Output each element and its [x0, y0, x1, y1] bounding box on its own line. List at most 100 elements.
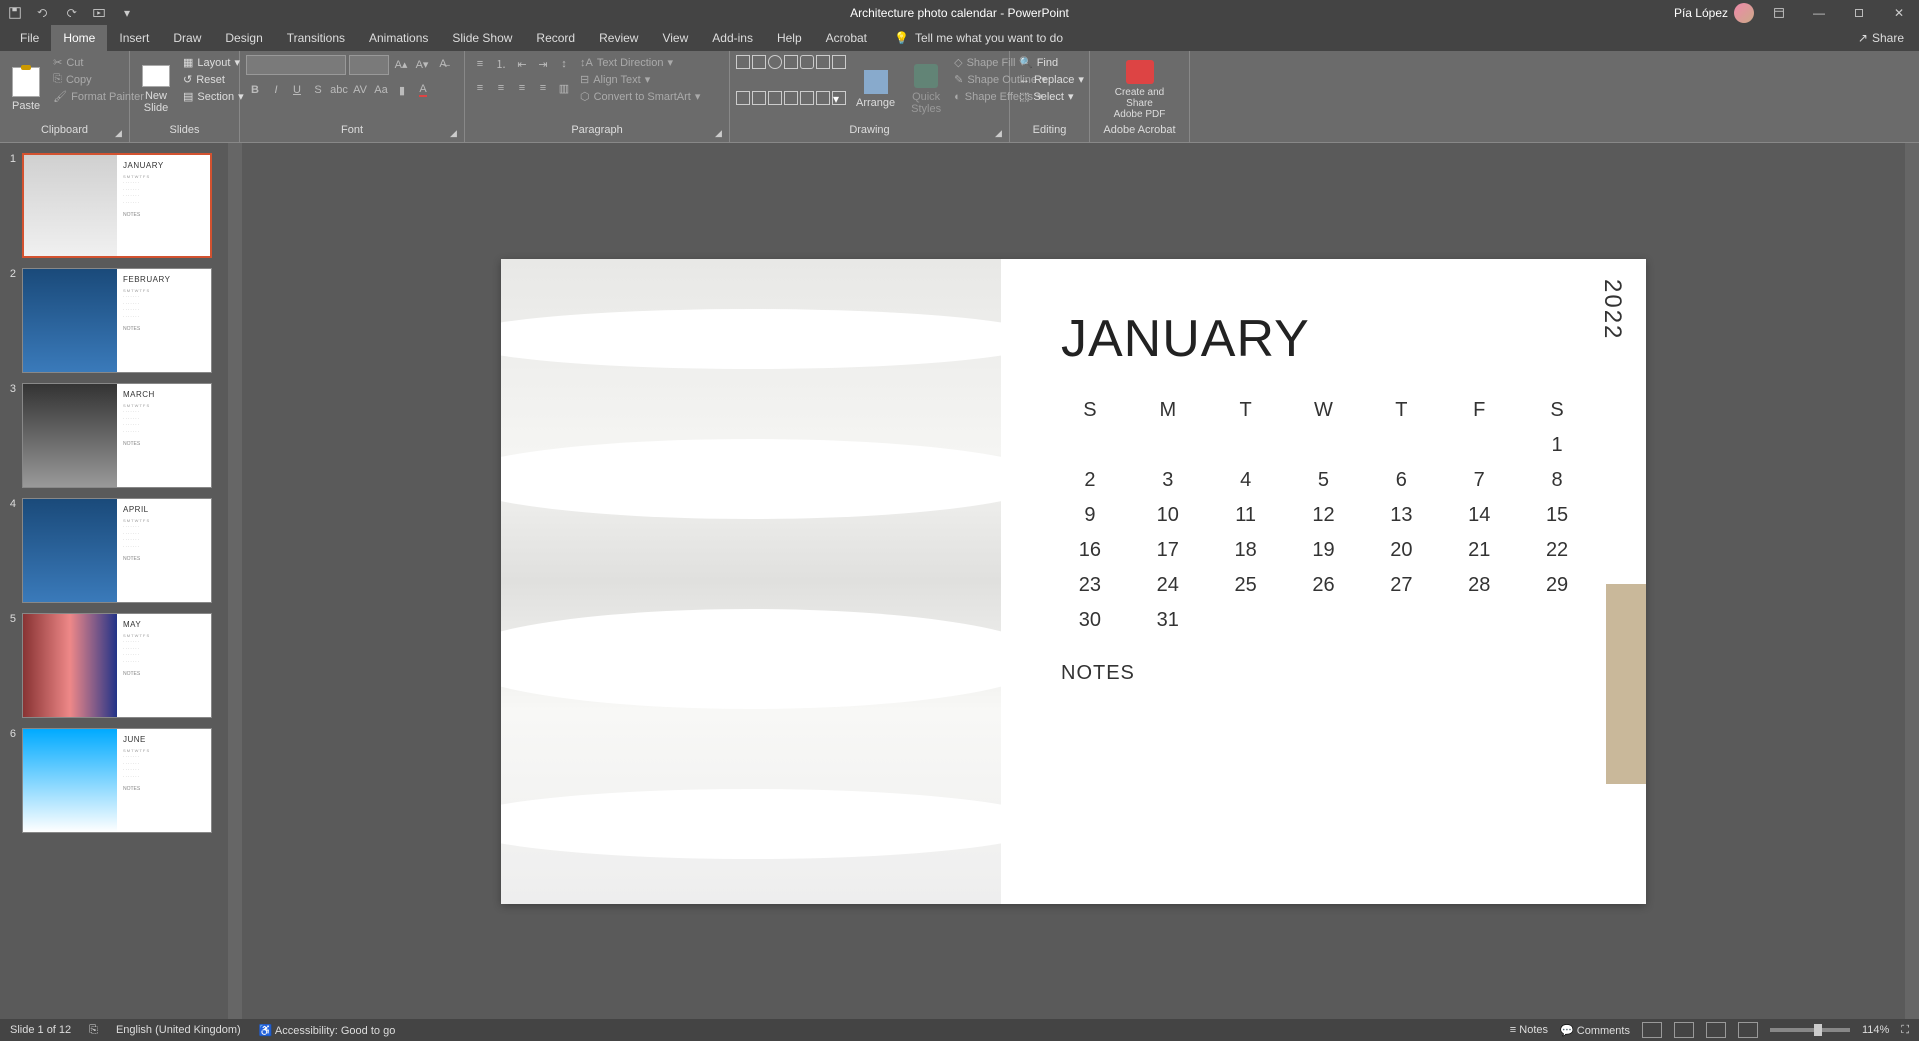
- shape-more-icon[interactable]: [832, 55, 846, 69]
- char-spacing-icon[interactable]: AV: [351, 81, 369, 99]
- section-button[interactable]: ▤Section▾: [180, 89, 247, 104]
- user-account[interactable]: Pía López: [1674, 3, 1754, 23]
- zoom-level[interactable]: 114%: [1862, 1024, 1889, 1036]
- tell-me-search[interactable]: 💡 Tell me what you want to do: [894, 25, 1063, 51]
- spell-check-icon[interactable]: ⎘: [89, 1024, 98, 1037]
- tab-home[interactable]: Home: [51, 25, 107, 51]
- shape-item[interactable]: [784, 91, 798, 105]
- tab-slideshow[interactable]: Slide Show: [440, 25, 524, 51]
- notes-label[interactable]: NOTES: [1061, 662, 1586, 685]
- tab-addins[interactable]: Add-ins: [700, 25, 765, 51]
- paragraph-launcher-icon[interactable]: ◢: [715, 128, 727, 140]
- save-icon[interactable]: [5, 3, 25, 23]
- shape-item[interactable]: [768, 91, 782, 105]
- clear-formatting-icon[interactable]: A̶: [434, 55, 452, 73]
- accent-bar[interactable]: [1606, 584, 1646, 784]
- year-label[interactable]: 2022: [1598, 279, 1626, 340]
- adobe-create-button[interactable]: Create and Share Adobe PDF: [1096, 55, 1183, 124]
- tab-insert[interactable]: Insert: [107, 25, 161, 51]
- font-launcher-icon[interactable]: ◢: [450, 128, 462, 140]
- slide-thumbnail[interactable]: JUNE S M T W T F S· · · · · · ·· · · · ·…: [22, 728, 212, 833]
- shape-item[interactable]: [752, 91, 766, 105]
- highlight-icon[interactable]: ▮: [393, 81, 411, 99]
- align-left-icon[interactable]: ≡: [471, 79, 489, 97]
- share-button[interactable]: ↗ Share: [1858, 25, 1904, 51]
- reading-view-icon[interactable]: [1706, 1022, 1726, 1038]
- tab-transitions[interactable]: Transitions: [275, 25, 357, 51]
- shape-item[interactable]: [816, 91, 830, 105]
- bold-icon[interactable]: B: [246, 81, 264, 99]
- slide-image[interactable]: [501, 259, 1001, 904]
- shape-item[interactable]: [736, 91, 750, 105]
- fit-to-window-icon[interactable]: ⛶: [1901, 1024, 1909, 1037]
- tab-view[interactable]: View: [650, 25, 700, 51]
- shape-line-icon[interactable]: [736, 55, 750, 69]
- shape-triangle-icon[interactable]: [816, 55, 830, 69]
- start-from-beginning-icon[interactable]: [89, 3, 109, 23]
- redo-icon[interactable]: [61, 3, 81, 23]
- shape-expand-icon[interactable]: ▾: [832, 91, 846, 105]
- strikethrough-icon[interactable]: S: [309, 81, 327, 99]
- align-text-button[interactable]: ⊟Align Text▾: [577, 72, 703, 87]
- quick-styles-button[interactable]: Quick Styles: [905, 55, 947, 124]
- calendar-grid[interactable]: SMTWTFS123456789101112131415161718192021…: [1061, 399, 1586, 632]
- slide-canvas-area[interactable]: 2022 JANUARY SMTWTFS12345678910111213141…: [242, 143, 1905, 1019]
- slide-thumbnail[interactable]: FEBRUARY S M T W T F S· · · · · · ·· · ·…: [22, 268, 212, 373]
- month-title[interactable]: JANUARY: [1061, 309, 1586, 369]
- drawing-launcher-icon[interactable]: ◢: [995, 128, 1007, 140]
- slide-counter[interactable]: Slide 1 of 12: [10, 1024, 71, 1036]
- reset-button[interactable]: ↺Reset: [180, 72, 247, 87]
- align-center-icon[interactable]: ≡: [492, 79, 510, 97]
- increase-font-icon[interactable]: A▴: [392, 55, 410, 73]
- zoom-thumb[interactable]: [1814, 1024, 1822, 1036]
- close-icon[interactable]: ✕: [1884, 0, 1914, 25]
- language-status[interactable]: English (United Kingdom): [116, 1024, 241, 1036]
- shape-rect-icon[interactable]: [752, 55, 766, 69]
- zoom-slider[interactable]: [1770, 1028, 1850, 1032]
- undo-icon[interactable]: [33, 3, 53, 23]
- replace-button[interactable]: ↔Replace▾: [1016, 72, 1087, 87]
- tab-design[interactable]: Design: [213, 25, 274, 51]
- select-button[interactable]: ⬚Select▾: [1016, 89, 1087, 104]
- notes-button[interactable]: ≡ Notes: [1510, 1024, 1548, 1036]
- text-direction-button[interactable]: ↕AText Direction▾: [577, 55, 703, 70]
- line-spacing-icon[interactable]: ↕: [555, 55, 573, 73]
- ribbon-display-options-icon[interactable]: [1764, 0, 1794, 25]
- tab-file[interactable]: File: [8, 25, 51, 51]
- new-slide-button[interactable]: New Slide: [136, 55, 176, 124]
- clipboard-launcher-icon[interactable]: ◢: [115, 128, 127, 140]
- qat-customize-icon[interactable]: ▾: [117, 3, 137, 23]
- align-right-icon[interactable]: ≡: [513, 79, 531, 97]
- tab-animations[interactable]: Animations: [357, 25, 440, 51]
- smartart-button[interactable]: ⬡Convert to SmartArt▾: [577, 89, 703, 104]
- layout-button[interactable]: ▦Layout▾: [180, 55, 247, 70]
- comments-button[interactable]: 💬 Comments: [1560, 1024, 1630, 1037]
- tab-help[interactable]: Help: [765, 25, 814, 51]
- font-color-icon[interactable]: A: [414, 81, 432, 99]
- slide-thumbnail[interactable]: APRIL S M T W T F S· · · · · · ·· · · · …: [22, 498, 212, 603]
- columns-icon[interactable]: ▥: [555, 79, 573, 97]
- change-case-icon[interactable]: Aa: [372, 81, 390, 99]
- sorter-view-icon[interactable]: [1674, 1022, 1694, 1038]
- find-button[interactable]: 🔍Find: [1016, 55, 1087, 70]
- bullets-icon[interactable]: ≡: [471, 55, 489, 73]
- thumbnails-scrollbar[interactable]: [228, 143, 242, 1019]
- font-size-combo[interactable]: [349, 55, 389, 75]
- decrease-font-icon[interactable]: A▾: [413, 55, 431, 73]
- shape-item[interactable]: [800, 91, 814, 105]
- justify-icon[interactable]: ≡: [534, 79, 552, 97]
- numbering-icon[interactable]: ⒈: [492, 55, 510, 73]
- normal-view-icon[interactable]: [1642, 1022, 1662, 1038]
- slide-thumbnail[interactable]: MAY S M T W T F S· · · · · · ·· · · · · …: [22, 613, 212, 718]
- italic-icon[interactable]: I: [267, 81, 285, 99]
- slide[interactable]: 2022 JANUARY SMTWTFS12345678910111213141…: [501, 259, 1646, 904]
- accessibility-status[interactable]: ♿ Accessibility: Good to go: [259, 1024, 396, 1037]
- slide-thumbnail[interactable]: JANUARY S M T W T F S· · · · · · ·· · · …: [22, 153, 212, 258]
- arrange-button[interactable]: Arrange: [850, 55, 901, 124]
- tab-review[interactable]: Review: [587, 25, 650, 51]
- font-family-combo[interactable]: [246, 55, 346, 75]
- decrease-indent-icon[interactable]: ⇤: [513, 55, 531, 73]
- shape-arrow-icon[interactable]: [784, 55, 798, 69]
- shapes-gallery[interactable]: ▾: [736, 55, 846, 124]
- increase-indent-icon[interactable]: ⇥: [534, 55, 552, 73]
